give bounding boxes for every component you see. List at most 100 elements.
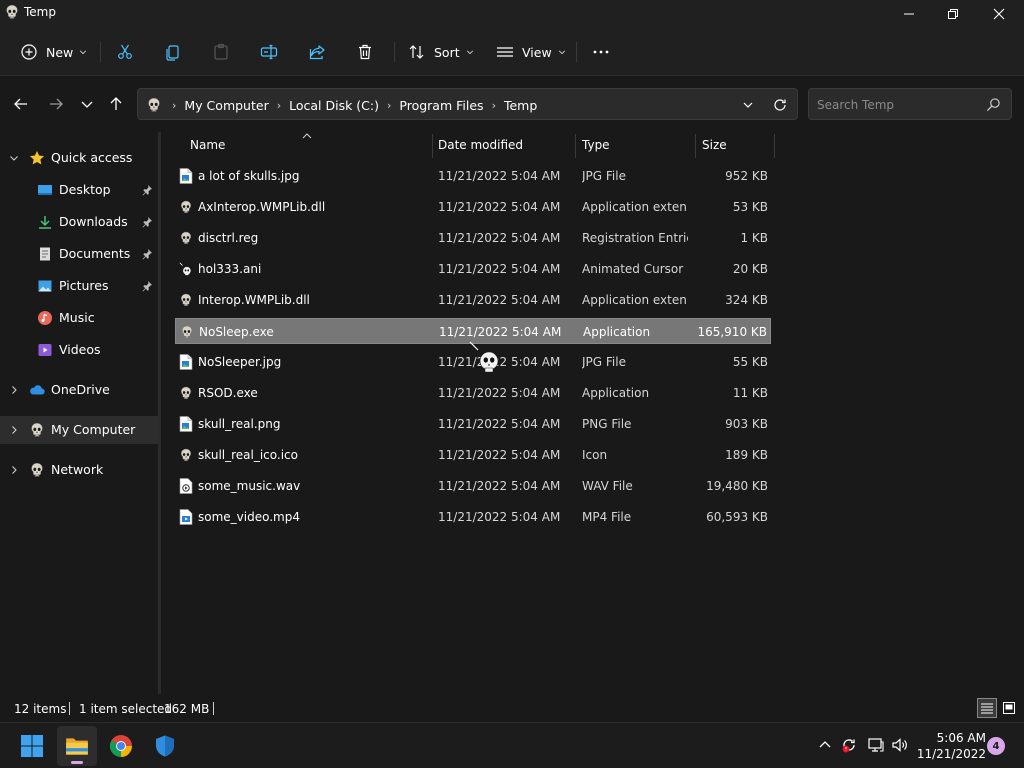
sidebar-item-label: Music	[59, 310, 95, 325]
breadcrumb-separator-icon: ›	[491, 98, 496, 112]
folder-icon	[66, 738, 88, 755]
skull-app-icon	[4, 4, 20, 20]
up-button[interactable]	[106, 94, 126, 114]
chevron-right-icon[interactable]	[9, 465, 19, 475]
address-dropdown-icon[interactable]	[740, 97, 756, 113]
sidebar-item-videos[interactable]: Videos	[0, 336, 158, 364]
status-divider	[69, 702, 70, 715]
sidebar-item-pictures[interactable]: Pictures	[0, 272, 158, 300]
file-size: 903 KB	[725, 417, 768, 431]
chevron-right-icon[interactable]	[9, 385, 19, 395]
minimize-button[interactable]	[886, 0, 932, 28]
column-header-name[interactable]: Name	[190, 132, 225, 158]
rename-button[interactable]	[260, 38, 278, 66]
skull-icon	[29, 462, 45, 478]
file-name: skull_real.png	[198, 417, 281, 431]
skull-icon	[179, 385, 193, 401]
arrow-right-icon	[50, 98, 63, 110]
column-divider[interactable]	[432, 134, 433, 158]
table-row[interactable]: skull_real_ico.ico 11/21/2022 5:04 AM Icon…	[175, 442, 771, 468]
start-button[interactable]	[12, 726, 52, 766]
sidebar-item-quick-access[interactable]: Quick access	[0, 144, 158, 172]
column-header-type[interactable]: Type	[582, 132, 610, 158]
notification-badge[interactable]: 4	[987, 737, 1005, 755]
breadcrumb-temp[interactable]: Temp	[504, 98, 537, 113]
toolbar-divider	[394, 42, 395, 62]
taskbar-file-explorer[interactable]	[57, 726, 97, 766]
file-date: 11/21/2022 5:04 AM	[438, 448, 561, 462]
cut-button[interactable]	[116, 38, 134, 66]
download-icon	[39, 216, 51, 229]
sidebar-item-network[interactable]: Network	[0, 456, 158, 484]
image-file-icon	[179, 354, 193, 370]
taskbar-windows-security[interactable]	[145, 726, 185, 766]
pin-icon	[141, 216, 153, 228]
column-header-size[interactable]: Size	[702, 132, 727, 158]
system-clock[interactable]: 5:06 AM 11/21/2022	[914, 730, 986, 762]
search-box[interactable]	[808, 88, 1012, 120]
table-row[interactable]: RSOD.exe 11/21/2022 5:04 AM Application 11 …	[175, 380, 771, 406]
breadcrumb-my-computer[interactable]: My Computer	[184, 98, 268, 113]
taskbar-chrome[interactable]	[101, 726, 141, 766]
file-date: 11/21/2022 5:04 AM	[438, 479, 561, 493]
file-date: 11/21/2022 5:04 AM	[438, 231, 561, 245]
breadcrumb: › My Computer › Local Disk (C:) › Progra…	[146, 96, 537, 114]
maximize-button[interactable]	[930, 0, 976, 28]
video-file-icon	[179, 509, 193, 525]
skull-cursor-icon	[179, 261, 193, 277]
sidebar-item-documents[interactable]: Documents	[0, 240, 158, 268]
recent-locations-button[interactable]	[77, 94, 97, 114]
sidebar-item-music[interactable]: Music	[0, 304, 158, 332]
back-button[interactable]	[11, 94, 31, 114]
table-row[interactable]: disctrl.reg 11/21/2022 5:04 AM Registratio…	[175, 225, 771, 251]
delete-button[interactable]	[356, 38, 374, 66]
column-divider[interactable]	[774, 134, 775, 158]
table-row[interactable]: some_music.wav 11/21/2022 5:04 AM WAV File…	[175, 473, 771, 499]
forward-button[interactable]	[46, 94, 66, 114]
more-options-button[interactable]	[592, 38, 610, 66]
view-button[interactable]: View	[496, 38, 566, 66]
volume-icon[interactable]	[891, 736, 909, 754]
minimize-icon	[904, 13, 914, 15]
sidebar-item-desktop[interactable]: Desktop	[0, 176, 158, 204]
tiles-view-button[interactable]	[999, 698, 1019, 718]
paste-button[interactable]	[212, 38, 230, 66]
skull-icon	[180, 324, 194, 340]
status-divider	[213, 702, 214, 715]
details-view-button[interactable]	[977, 698, 997, 718]
selection-size: 162 MB	[164, 702, 210, 716]
sort-button[interactable]: Sort	[408, 38, 474, 66]
search-input[interactable]	[817, 96, 977, 114]
column-divider[interactable]	[575, 134, 576, 158]
chevron-down-icon	[558, 48, 566, 56]
share-button[interactable]	[308, 38, 326, 66]
active-indicator	[71, 761, 83, 764]
table-row[interactable]: a lot of skulls.jpg 11/21/2022 5:04 AM JPG…	[175, 163, 771, 189]
address-bar[interactable]: › My Computer › Local Disk (C:) › Progra…	[137, 88, 798, 120]
chevron-up-icon[interactable]	[816, 736, 834, 754]
table-row[interactable]: hol333.ani 11/21/2022 5:04 AM Animated Cur…	[175, 256, 771, 282]
sync-alert-icon[interactable]	[840, 736, 858, 754]
breadcrumb-local-disk[interactable]: Local Disk (C:)	[289, 98, 379, 113]
table-row[interactable]: Interop.WMPLib.dll 11/21/2022 5:04 AM Appl…	[175, 287, 771, 313]
sidebar-item-my-computer[interactable]: My Computer	[0, 416, 158, 444]
column-divider[interactable]	[695, 134, 696, 158]
chevron-right-icon[interactable]	[9, 425, 19, 435]
sidebar-item-label: Network	[51, 462, 104, 477]
column-header-date[interactable]: Date modified	[438, 132, 523, 158]
new-button[interactable]: New	[20, 38, 87, 66]
table-row[interactable]: AxInterop.WMPLib.dll 11/21/2022 5:04 AM Ap…	[175, 194, 771, 220]
breadcrumb-separator-icon: ›	[387, 98, 392, 112]
chevron-down-icon[interactable]	[9, 153, 19, 163]
trash-icon	[359, 44, 371, 60]
breadcrumb-program-files[interactable]: Program Files	[399, 98, 483, 113]
table-row[interactable]: skull_real.png 11/21/2022 5:04 AM PNG File…	[175, 411, 771, 437]
refresh-icon[interactable]	[772, 97, 788, 113]
network-icon[interactable]	[867, 736, 885, 754]
skull-icon	[179, 292, 193, 308]
copy-button[interactable]	[164, 38, 182, 66]
sidebar-item-onedrive[interactable]: OneDrive	[0, 376, 158, 404]
table-row[interactable]: some_video.mp4 11/21/2022 5:04 AM MP4 File…	[175, 504, 771, 530]
close-button[interactable]	[976, 0, 1022, 28]
sidebar-item-downloads[interactable]: Downloads	[0, 208, 158, 236]
